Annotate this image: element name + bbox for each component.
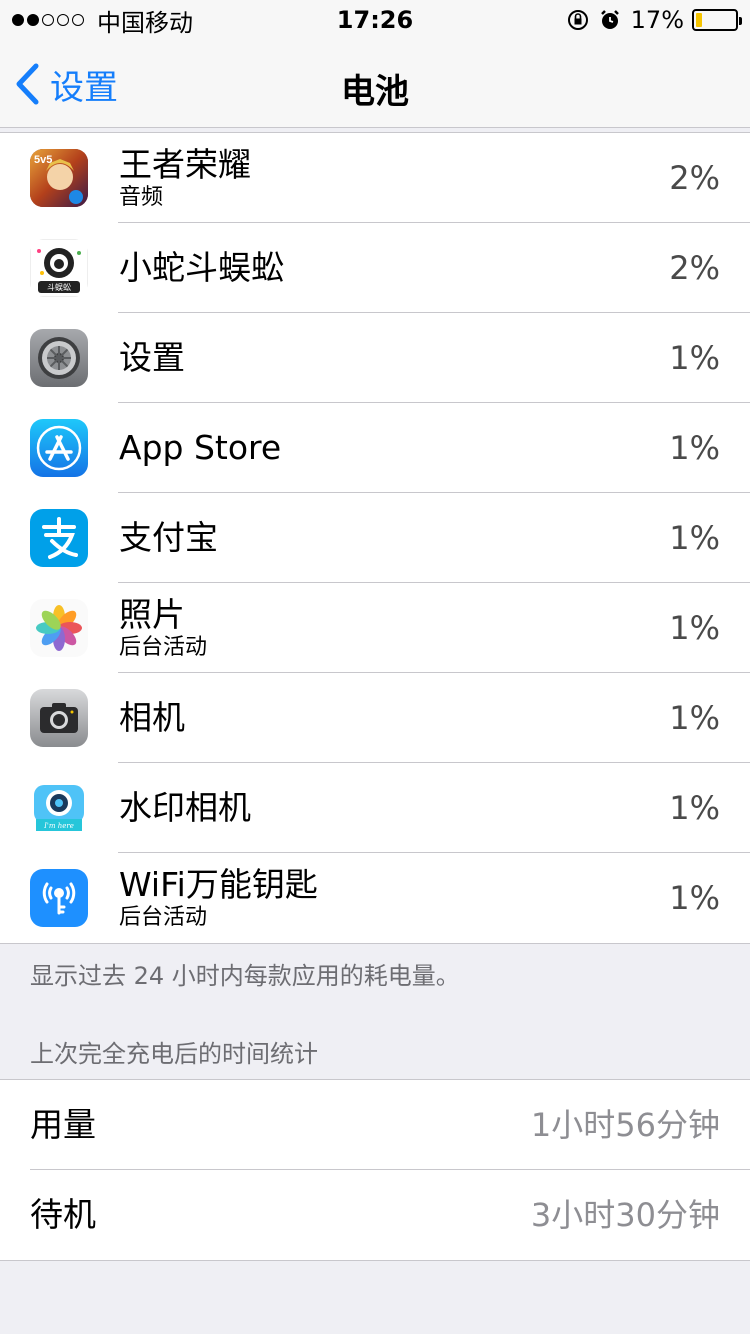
app-row-app-store[interactable]: App Store 1% [0, 403, 750, 493]
svg-text:5v5: 5v5 [34, 154, 52, 166]
app-subtitle: 后台活动 [119, 905, 208, 930]
watermark-camera-icon: I'm here [30, 779, 88, 837]
snake-game-icon: 斗蜈蚣 [30, 239, 88, 297]
app-row-settings[interactable]: 设置 1% [0, 313, 750, 403]
status-bar: 中国移动 17:26 17% [0, 0, 750, 40]
app-row-camera[interactable]: 相机 1% [0, 673, 750, 763]
usage-label: 用量 [30, 1105, 96, 1144]
app-name: 相机 [119, 698, 185, 737]
app-percent: 1% [669, 339, 720, 377]
app-row-watermark-camera[interactable]: I'm here 水印相机 1% [0, 763, 750, 853]
app-percent: 2% [669, 159, 720, 197]
settings-gear-icon [30, 329, 88, 387]
alarm-clock-icon [599, 9, 621, 31]
navigation-bar: 设置 电池 [0, 40, 750, 128]
app-percent: 1% [669, 789, 720, 827]
status-right: 17% [567, 6, 742, 34]
usage-stats-list: 用量 1小时56分钟 待机 3小时30分钟 [0, 1079, 750, 1261]
standby-label: 待机 [30, 1195, 96, 1234]
svg-text:斗蜈蚣: 斗蜈蚣 [47, 282, 71, 292]
battery-icon [692, 9, 742, 31]
app-name: 照片 [119, 595, 185, 634]
svg-text:I'm here: I'm here [43, 822, 74, 830]
app-row-photos[interactable]: 照片 后台活动 1% [0, 583, 750, 673]
battery-fill [696, 13, 702, 27]
app-name: 设置 [119, 338, 185, 377]
app-store-icon [30, 419, 88, 477]
app-row-alipay[interactable]: 支付宝 1% [0, 493, 750, 583]
section-header: 上次完全充电后的时间统计 [30, 1040, 318, 1068]
app-percent: 1% [669, 519, 720, 557]
app-row-snake-game[interactable]: 斗蜈蚣 小蛇斗蜈蚣 2% [0, 223, 750, 313]
standby-row: 待机 3小时30分钟 [0, 1170, 750, 1260]
app-name: 支付宝 [119, 518, 218, 557]
camera-icon [30, 689, 88, 747]
usage-row: 用量 1小时56分钟 [0, 1080, 750, 1170]
app-row-honor-of-kings[interactable]: 5v5 王者荣耀 音频 2% [0, 133, 750, 223]
app-name: 小蛇斗蜈蚣 [119, 248, 284, 287]
app-name: 水印相机 [119, 788, 251, 827]
app-subtitle: 音频 [119, 185, 164, 210]
app-name: WiFi万能钥匙 [119, 865, 318, 904]
app-subtitle: 后台活动 [119, 635, 208, 660]
usage-value: 1小时56分钟 [530, 1106, 720, 1144]
honor-of-kings-icon: 5v5 [30, 149, 88, 207]
standby-value: 3小时30分钟 [530, 1196, 720, 1234]
app-battery-list: 5v5 王者荣耀 音频 2% 斗蜈蚣 小蛇斗蜈蚣 2% 设置 1% App St… [0, 132, 750, 944]
app-name: 王者荣耀 [119, 145, 251, 184]
photos-icon [30, 599, 88, 657]
app-percent: 1% [669, 879, 720, 917]
app-name: App Store [119, 428, 282, 467]
app-row-wifi-key[interactable]: WiFi万能钥匙 后台活动 1% [0, 853, 750, 943]
app-percent: 2% [669, 249, 720, 287]
rotation-lock-icon [567, 9, 589, 31]
app-percent: 1% [669, 429, 720, 467]
alipay-icon [30, 509, 88, 567]
battery-percent: 17% [630, 6, 684, 34]
app-percent: 1% [669, 699, 720, 737]
app-percent: 1% [669, 609, 720, 647]
wifi-key-icon [30, 869, 88, 927]
page-title: 电池 [341, 72, 409, 112]
footer-note: 显示过去 24 小时内每款应用的耗电量。 [30, 962, 460, 990]
